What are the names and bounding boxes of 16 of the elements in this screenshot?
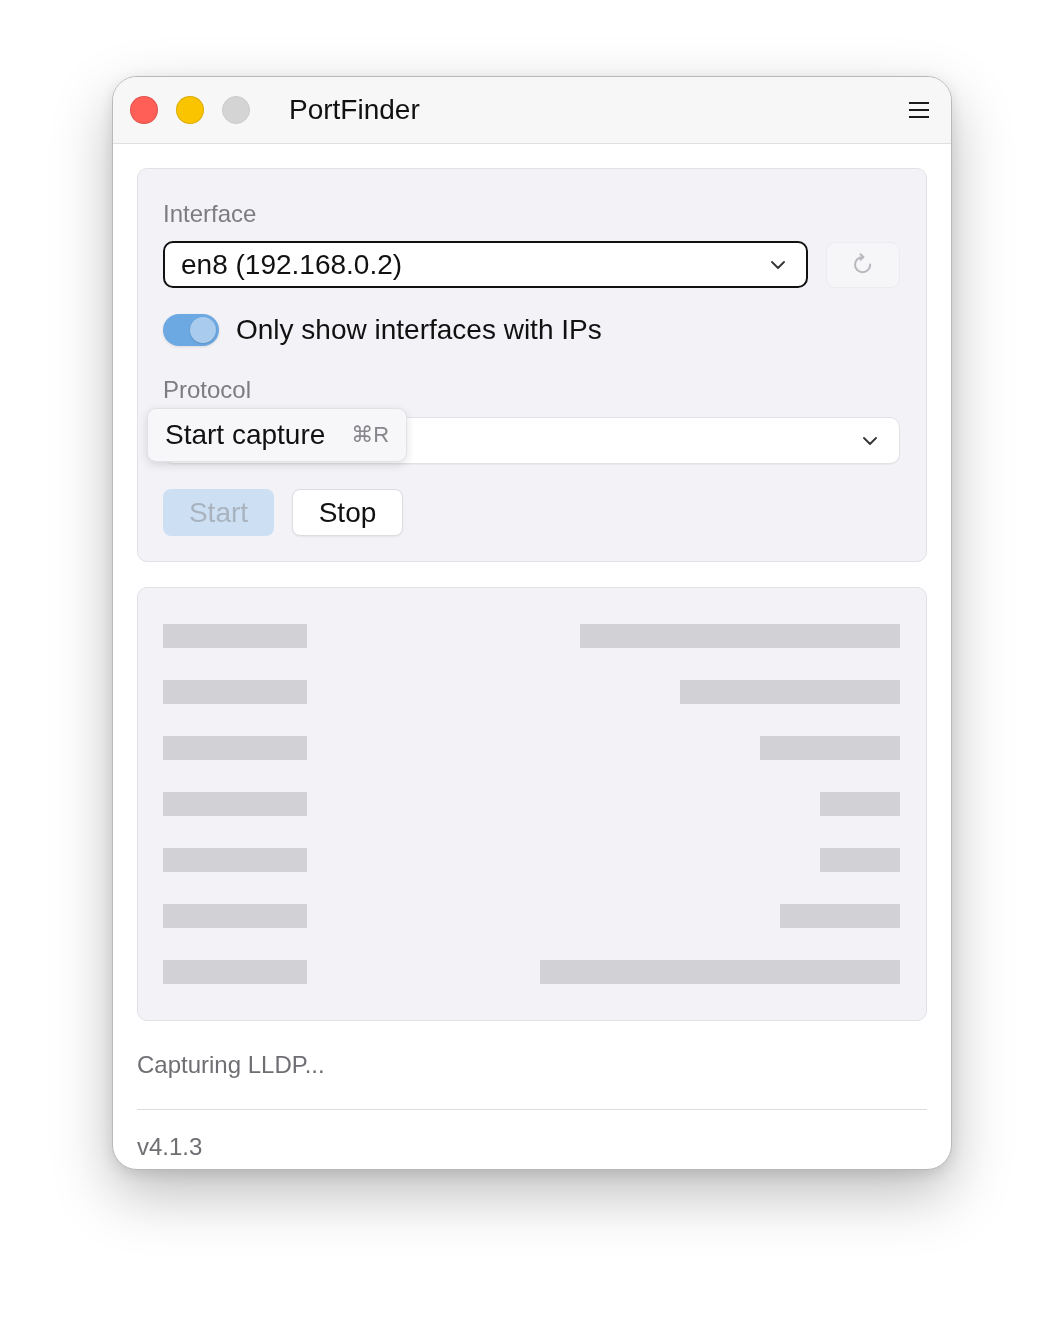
interface-dropdown[interactable]: en8 (192.168.0.2) <box>163 241 808 288</box>
version-text: v4.1.3 <box>137 1132 203 1162</box>
menu-icon[interactable] <box>908 101 930 119</box>
minimize-button[interactable] <box>176 96 204 124</box>
tooltip-text: Start capture <box>165 419 326 451</box>
toggle-label: Only show interfaces with IPs <box>236 314 602 346</box>
field-label: Protocol <box>163 375 252 405</box>
field-label: Interface <box>163 199 257 229</box>
window-title: PortFinder <box>289 94 420 126</box>
close-button[interactable] <box>130 96 158 124</box>
chevron-down-icon <box>771 260 785 269</box>
toggle-switch[interactable] <box>163 314 219 346</box>
keyboard-shortcut: ⌘R <box>351 422 390 448</box>
stop-button[interactable]: Stop <box>292 489 403 536</box>
status-text: Capturing LLDP... <box>137 1050 325 1080</box>
chevron-down-icon <box>863 436 877 445</box>
